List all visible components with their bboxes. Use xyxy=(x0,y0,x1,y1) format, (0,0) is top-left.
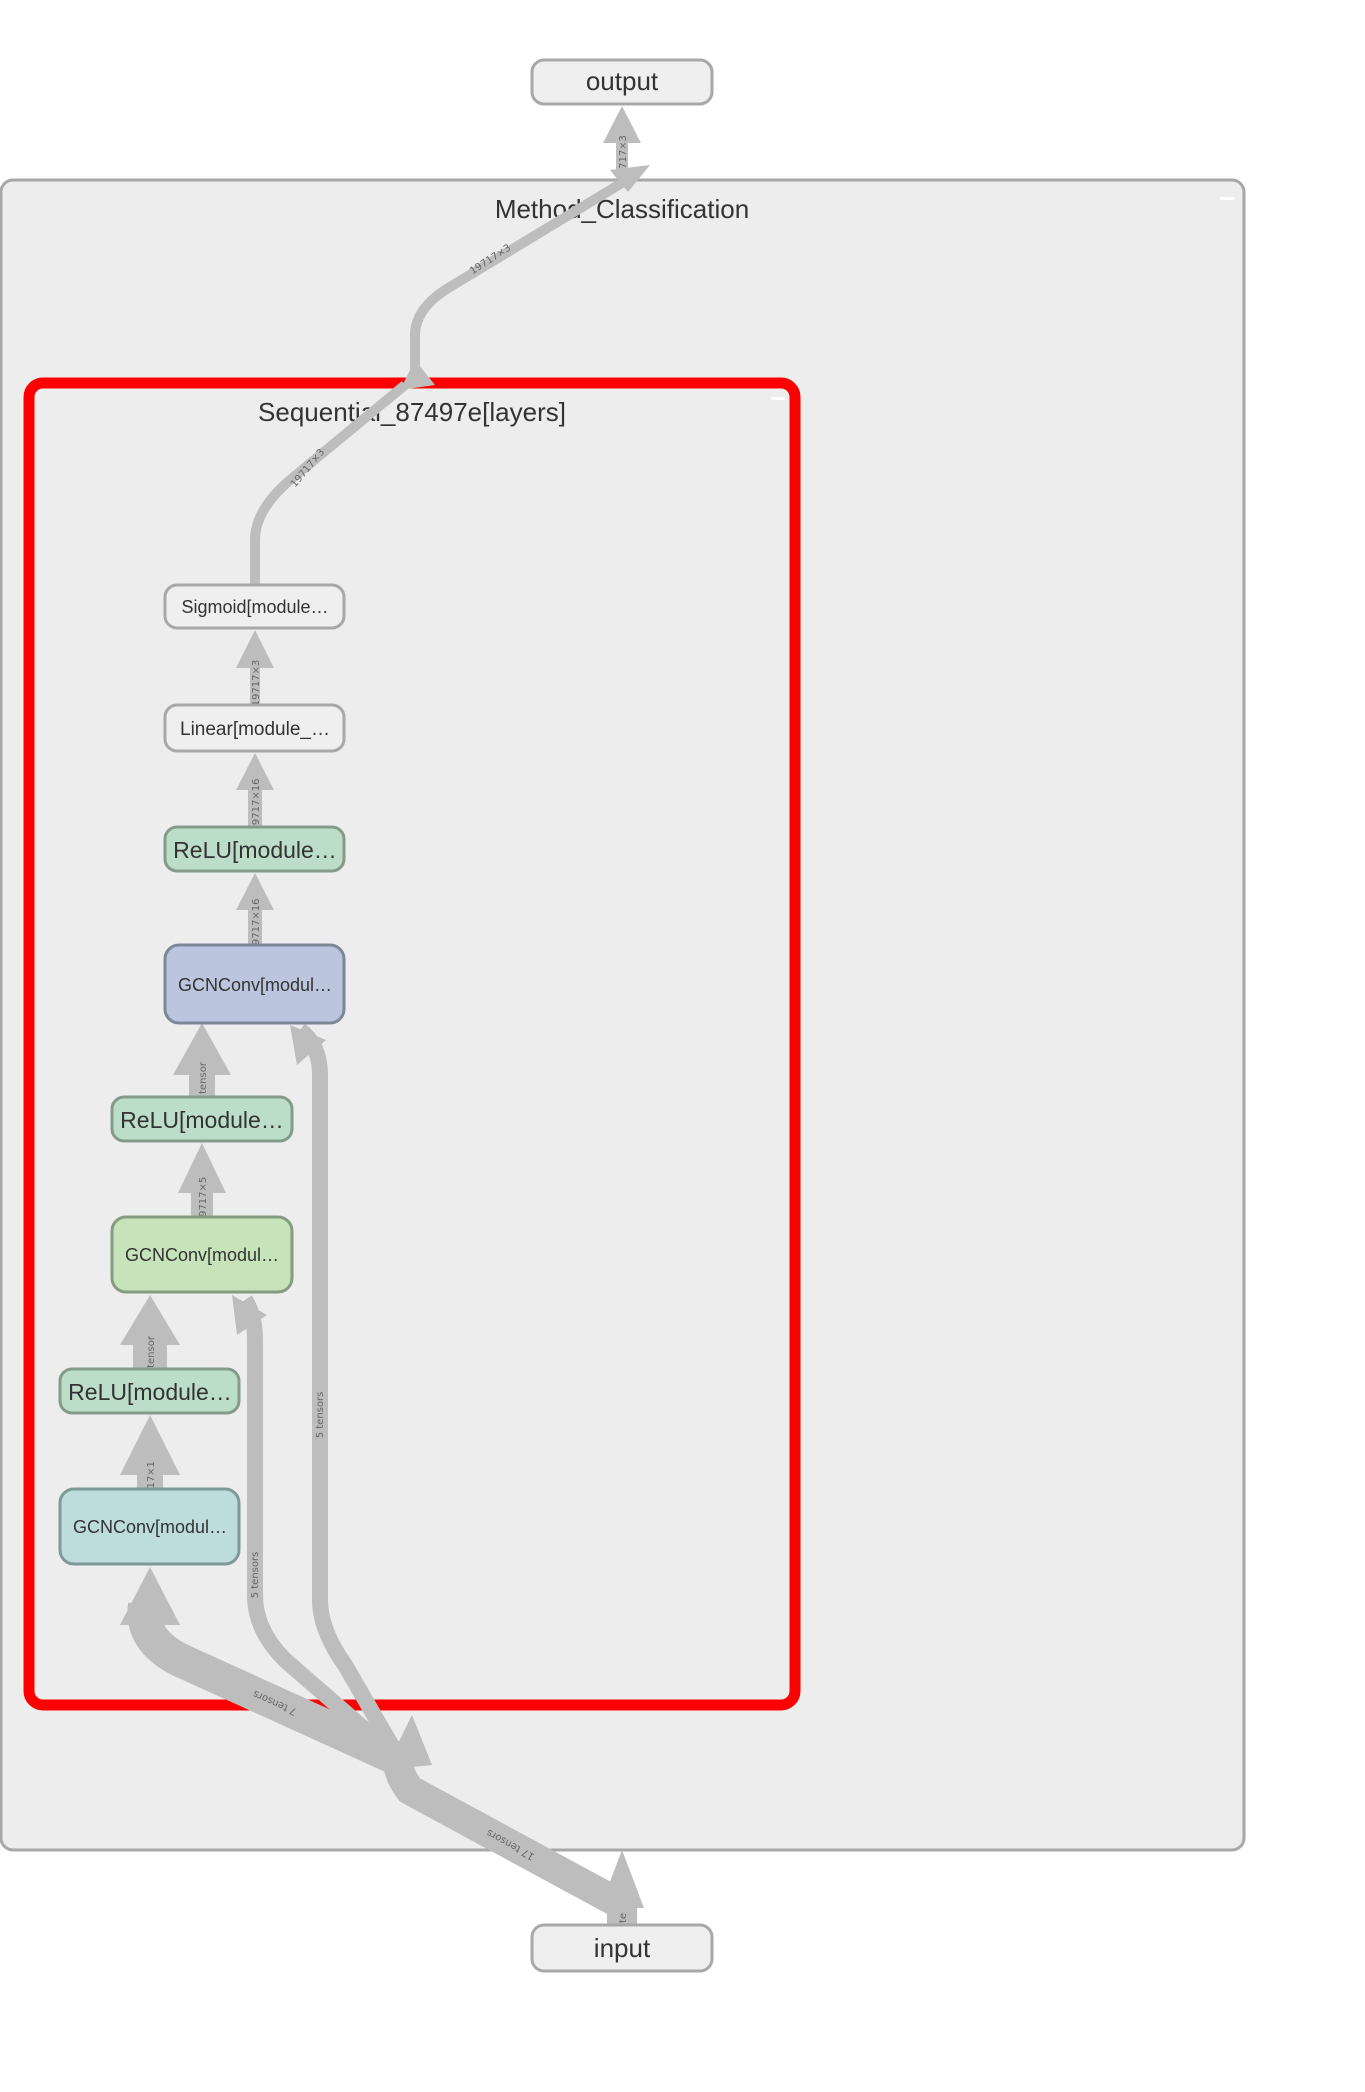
edge-label: tensor xyxy=(146,1335,157,1368)
node-label: GCNConv[modul… xyxy=(73,1517,227,1537)
edge-arrowhead xyxy=(600,1850,644,1908)
edge-label: tensor xyxy=(198,1061,209,1094)
node-label: ReLU[module… xyxy=(120,1107,284,1133)
graph-canvas[interactable]: Method_Classification Sequential_87497e[… xyxy=(0,0,1365,2092)
node-linear[interactable]: Linear[module_… xyxy=(163,703,346,753)
node-gcnconv-1[interactable]: GCNConv[modul… xyxy=(58,1487,241,1566)
node-input[interactable]: input xyxy=(530,1923,714,1973)
edge-label: 19717×3 xyxy=(251,660,262,707)
node-relu-1[interactable]: ReLU[module… xyxy=(58,1367,241,1415)
edge-label: te xyxy=(618,1913,629,1923)
collapse-icon[interactable] xyxy=(771,397,785,400)
node-gcnconv-3[interactable]: GCNConv[modul… xyxy=(163,943,346,1025)
node-label: ReLU[module… xyxy=(173,837,337,863)
edge-label: 5 tensors xyxy=(315,1392,326,1439)
node-label: input xyxy=(594,1933,651,1963)
node-relu-2[interactable]: ReLU[module… xyxy=(110,1095,294,1143)
node-output[interactable]: output xyxy=(530,58,714,106)
node-label: GCNConv[modul… xyxy=(178,975,332,995)
node-label: Linear[module_… xyxy=(180,719,330,740)
edge-label: 19717×16 xyxy=(251,779,262,832)
node-label: GCNConv[modul… xyxy=(125,1245,279,1265)
group-title-sequential: Sequential_87497e[layers] xyxy=(258,397,566,427)
node-relu-3[interactable]: ReLU[module… xyxy=(163,825,346,873)
node-label: ReLU[module… xyxy=(68,1379,232,1405)
group-title-method-classification: Method_Classification xyxy=(495,194,749,224)
node-label: output xyxy=(586,66,659,96)
edge-label: 5 tensors xyxy=(250,1552,261,1599)
collapse-icon[interactable] xyxy=(1220,197,1234,200)
edge-label: 717×3 xyxy=(618,135,629,169)
node-sigmoid[interactable]: Sigmoid[module… xyxy=(163,583,346,630)
node-gcnconv-2[interactable]: GCNConv[modul… xyxy=(110,1215,294,1294)
node-label: Sigmoid[module… xyxy=(181,597,328,617)
